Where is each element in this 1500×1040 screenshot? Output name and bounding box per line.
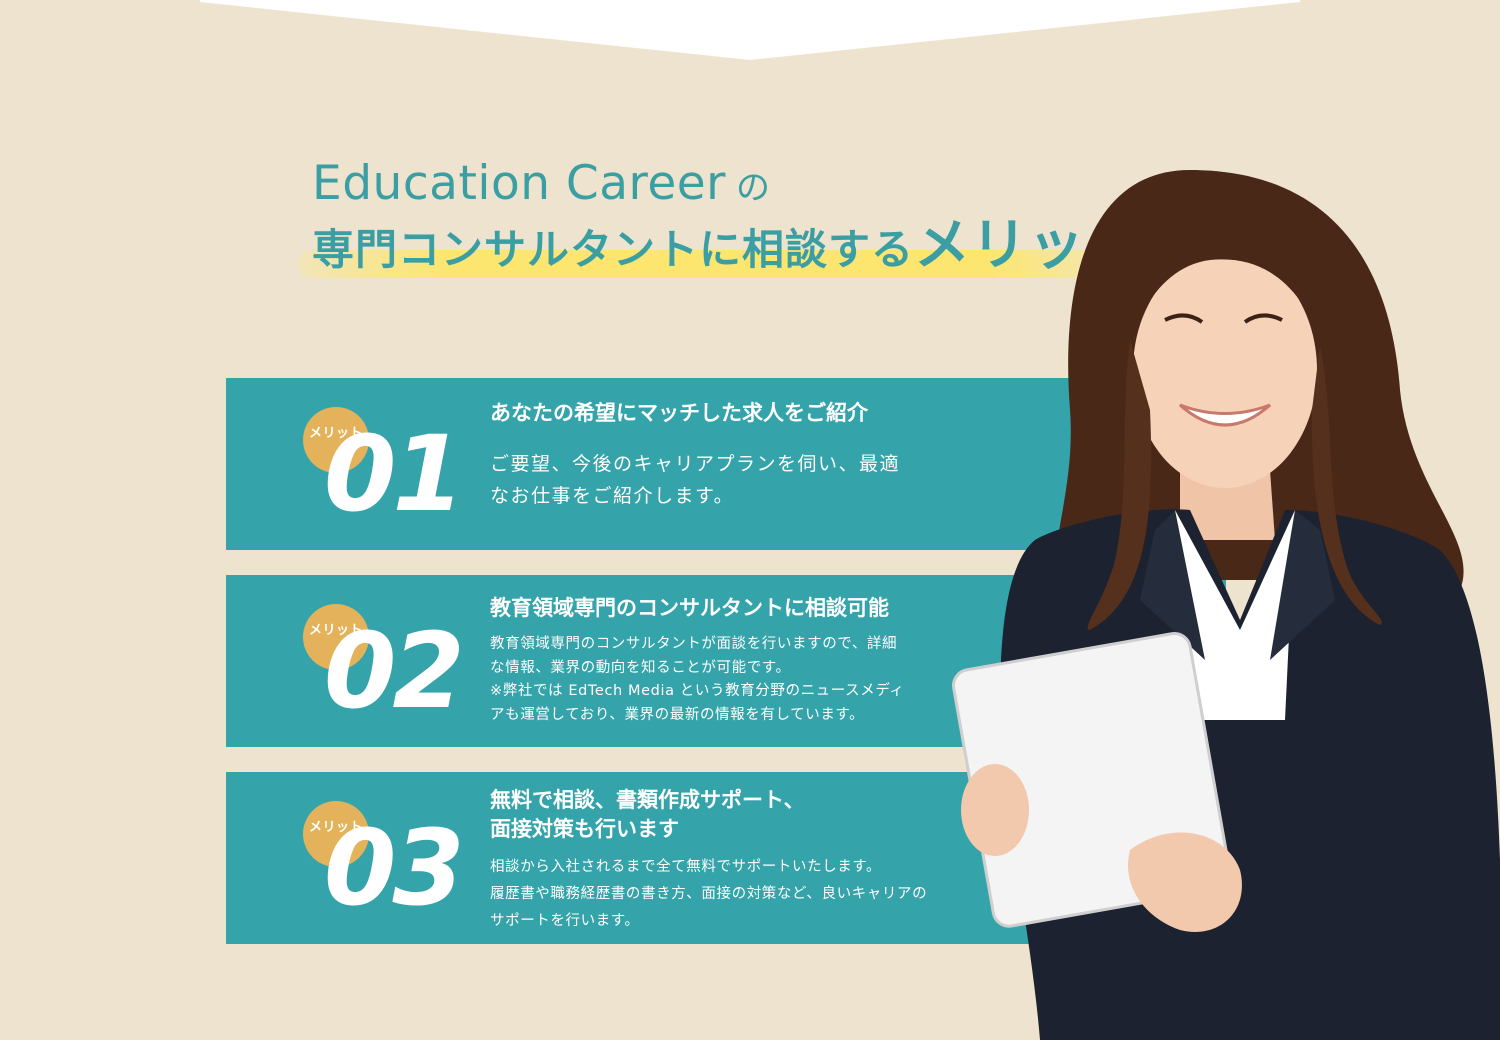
heading-line-1: Education Career の [312,156,771,216]
merit-number: 03 [324,807,465,929]
heading-main: 専門コンサルタントに相談する [312,225,915,274]
merit-title-line: 無料で相談、書類作成サポート、 [490,788,805,812]
merit-description-line: サポートを行います。 [490,913,640,929]
merit-title-line: 面接対策も行います [490,817,679,841]
merit-title: あなたの希望にマッチした求人をご紹介 [490,401,868,425]
merit-description-line: ※弊社では EdTech Media という教育分野のニュースメディ [490,683,905,699]
merit-description: ご要望、今後のキャリアプランを伺い、最適 なお仕事をご紹介します。 [490,448,900,512]
merit-description-line: なお仕事をご紹介します。 [490,485,735,507]
heading-brand: Education Career [312,156,726,211]
merit-description-line: 相談から入社されるまで全て無料でサポートいたします。 [490,859,882,875]
merit-description-line: ご要望、今後のキャリアプランを伺い、最適 [490,453,901,475]
merit-number: 01 [324,413,465,535]
merit-description-line: 履歴書や職務経歴書の書き方、面接の対策など、良いキャリアの [490,886,928,902]
section-top-chevron [200,0,1300,60]
merit-number: 02 [324,610,465,732]
merit-description-line: アも運営しており、業界の最新の情報を有しています。 [490,706,865,723]
merit-description: 相談から入社されるまで全て無料でサポートいたします。 履歴書や職務経歴書の書き方… [490,854,927,935]
merit-description-line: な情報、業界の動向を知ることが可能です。 [490,659,791,676]
heading-particle: の [736,168,771,208]
merit-title: 無料で相談、書類作成サポート、 面接対策も行います [490,786,805,844]
merit-description-line: 教育領域専門のコンサルタントが面談を行いますので、詳細 [490,636,898,652]
consultant-photo [952,170,1500,1040]
merit-title: 教育領域専門のコンサルタントに相談可能 [490,596,889,620]
merit-description: 教育領域専門のコンサルタントが面談を行いますので、詳細 な情報、業界の動向を知る… [490,633,905,727]
